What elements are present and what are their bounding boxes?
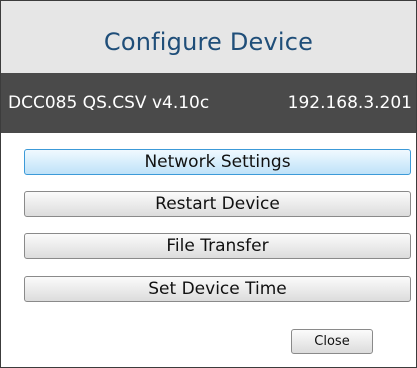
restart-device-label: Restart Device xyxy=(155,194,280,214)
set-device-time-label: Set Device Time xyxy=(148,279,287,299)
configure-device-dialog: Configure Device DCC085 QS.CSV v4.10c 19… xyxy=(0,0,417,368)
close-button[interactable]: Close xyxy=(291,329,373,354)
file-transfer-button[interactable]: File Transfer xyxy=(24,233,411,259)
network-settings-label: Network Settings xyxy=(144,152,291,172)
device-name-version: DCC085 QS.CSV v4.10c xyxy=(8,93,210,113)
network-settings-button[interactable]: Network Settings xyxy=(24,149,411,175)
dialog-title: Configure Device xyxy=(103,28,314,56)
dialog-header: Configure Device xyxy=(1,1,416,73)
device-ip-address: 192.168.3.201 xyxy=(287,93,412,113)
set-device-time-button[interactable]: Set Device Time xyxy=(24,276,411,302)
file-transfer-label: File Transfer xyxy=(166,236,269,256)
close-button-label: Close xyxy=(314,334,350,349)
device-info-bar: DCC085 QS.CSV v4.10c 192.168.3.201 xyxy=(1,73,416,133)
restart-device-button[interactable]: Restart Device xyxy=(24,191,411,217)
